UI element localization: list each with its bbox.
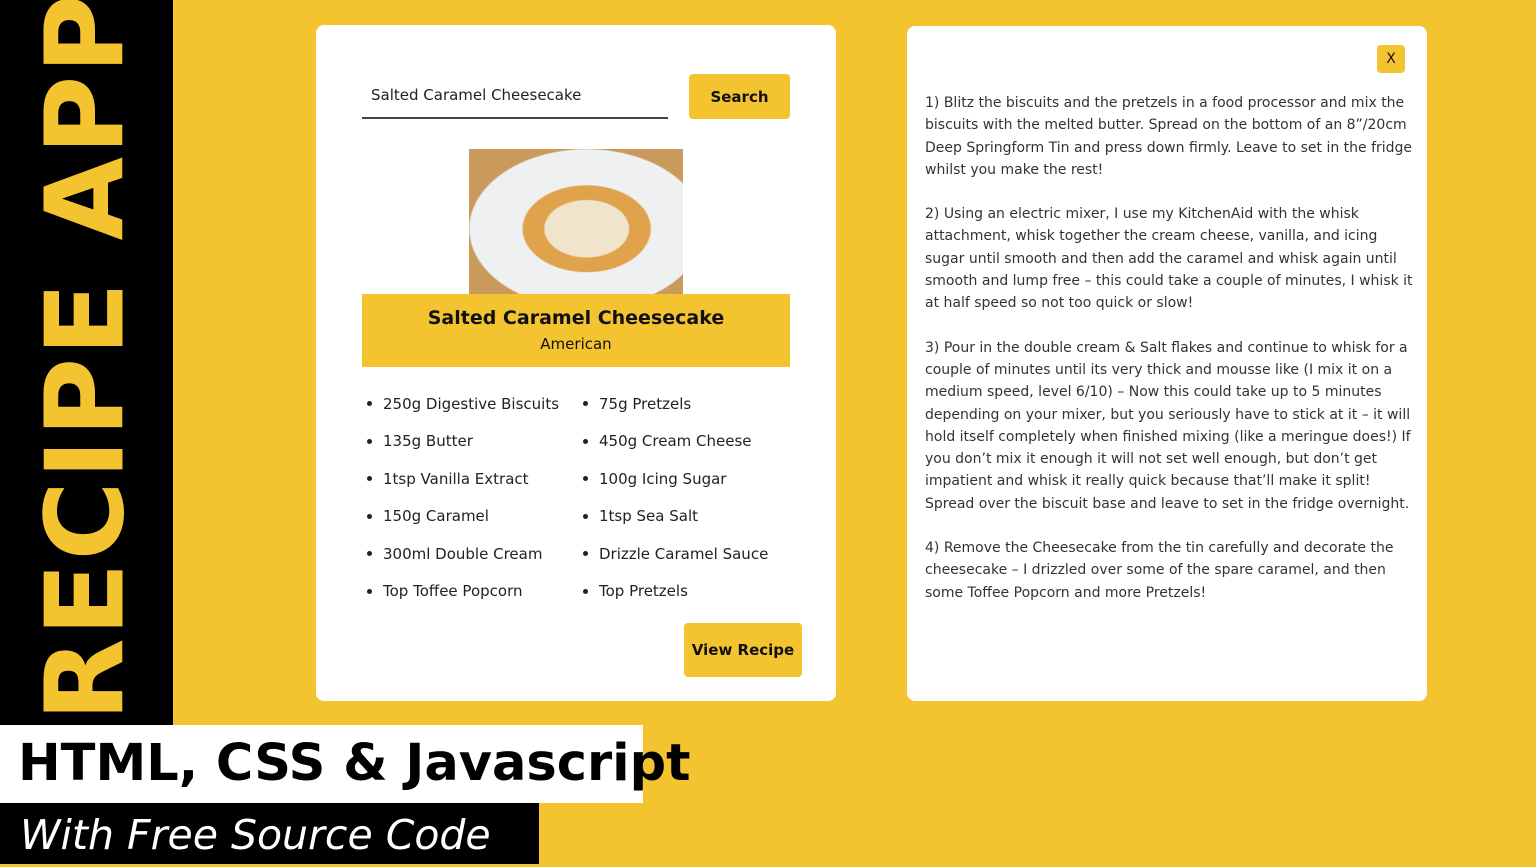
ingredient-item: Drizzle Caramel Sauce [578,535,802,573]
view-recipe-button[interactable]: View Recipe [684,623,802,677]
ingredient-item: Top Pretzels [578,573,802,611]
ingredient-list: 250g Digestive Biscuits 75g Pretzels 135… [362,385,802,610]
ingredient-item: 135g Butter [362,423,578,461]
ingredient-item: 450g Cream Cheese [578,423,802,461]
ingredient-item: 1tsp Vanilla Extract [362,460,578,498]
source-code-banner: With Free Source Code [0,803,539,864]
meal-area: American [540,335,612,353]
meal-image [469,149,683,294]
title-sidebar: RECIPE APP [0,0,173,725]
ingredient-item: Top Toffee Popcorn [362,573,578,611]
tech-banner: HTML, CSS & Javascript [0,725,691,803]
meal-info-band: Salted Caramel Cheesecake American [362,294,790,367]
ingredient-item: 75g Pretzels [578,385,802,423]
ingredient-item: 100g Icing Sugar [578,460,802,498]
instruction-step: 3) Pour in the double cream & Salt flake… [925,339,1411,512]
ingredient-item: 150g Caramel [362,498,578,536]
instruction-step: 4) Remove the Cheesecake from the tin ca… [925,540,1394,601]
ingredient-item: 1tsp Sea Salt [578,498,802,536]
instruction-step: 2) Using an electric mixer, I use my Kit… [925,206,1413,312]
meal-name: Salted Caramel Cheesecake [427,307,725,329]
ingredient-item: 250g Digestive Biscuits [362,385,578,423]
ingredient-item: 300ml Double Cream [362,535,578,573]
search-button[interactable]: Search [689,74,790,119]
meal-card: Search Salted Caramel Cheesecake America… [316,25,836,701]
recipe-instructions: 1) Blitz the biscuits and the pretzels i… [925,92,1413,626]
search-input[interactable] [362,73,668,119]
close-button[interactable]: X [1377,45,1405,73]
vertical-title: RECIPE APP [23,0,149,722]
recipe-modal: X 1) Blitz the biscuits and the pretzels… [907,26,1427,701]
instruction-step: 1) Blitz the biscuits and the pretzels i… [925,95,1413,178]
